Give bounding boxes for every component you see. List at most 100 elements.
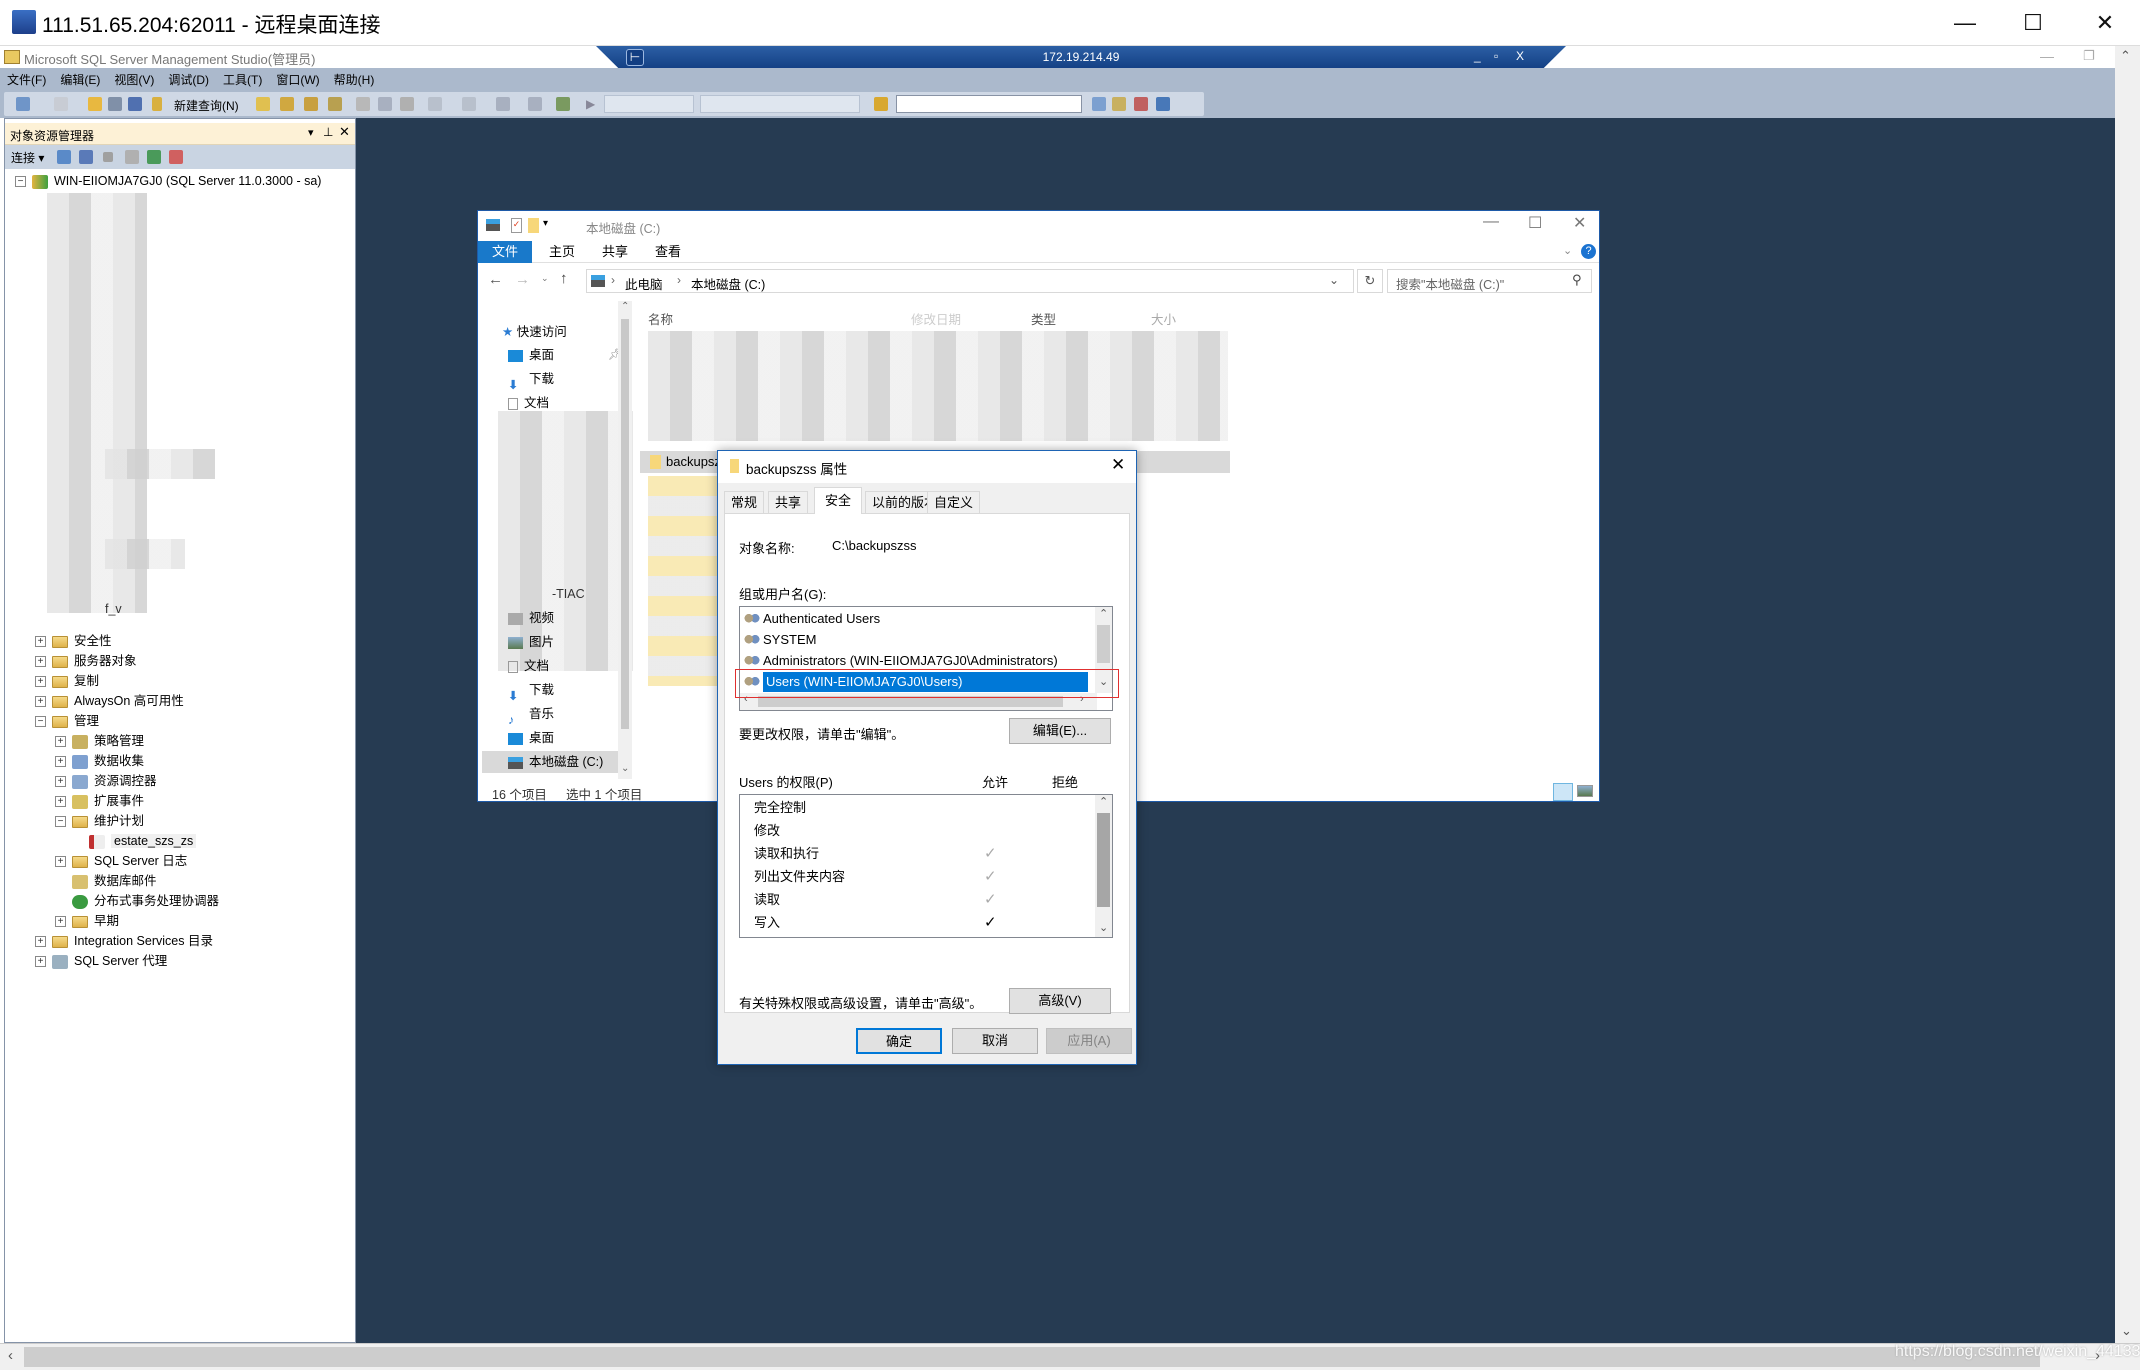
tree-node[interactable]: 分布式事务处理协调器 (72, 891, 219, 911)
disconnect-icon[interactable] (79, 150, 93, 164)
cancel-button[interactable]: 取消 (952, 1028, 1038, 1054)
nav-desktop[interactable]: 桌面 📌︎ (508, 344, 622, 366)
breadcrumb-local-disk[interactable]: 本地磁盘 (C:) (691, 274, 765, 293)
menu-edit[interactable]: 编辑(E) (53, 68, 107, 88)
database-engine-query-icon[interactable] (256, 97, 270, 111)
new-folder-quick-icon[interactable] (528, 218, 539, 233)
dialog-close-button[interactable]: ✕ (1111, 455, 1125, 475)
apply-button[interactable]: 应用(A) (1046, 1028, 1132, 1054)
xmla-query-icon[interactable] (328, 97, 342, 111)
nav-music[interactable]: ♪ 音乐 (508, 703, 554, 727)
column-date[interactable]: 修改日期 (911, 309, 961, 328)
copy-icon[interactable] (378, 97, 392, 111)
rdp-bar-close[interactable]: X (1516, 49, 1524, 63)
tab-security[interactable]: 安全 (814, 487, 863, 514)
tree-node[interactable]: + 策略管理 (55, 731, 144, 751)
tree-node-maintenance-plan[interactable]: estate_szs_zs (89, 831, 197, 851)
help-icon[interactable]: ? (1581, 244, 1596, 259)
tree-node[interactable]: − 维护计划 (55, 811, 144, 831)
filter-icon[interactable] (125, 150, 139, 164)
tree-node-server[interactable]: − WIN-EIIOMJA7GJ0 (SQL Server 11.0.3000 -… (15, 171, 321, 191)
ribbon-tab-home[interactable]: 主页 (535, 241, 589, 263)
stop-icon[interactable] (103, 152, 113, 162)
tree-node[interactable]: + AlwaysOn 高可用性 (35, 691, 184, 711)
explorer-close-button[interactable]: ✕ (1573, 213, 1586, 233)
tree-node[interactable]: + 扩展事件 (55, 791, 144, 811)
main-horizontal-scrollbar[interactable]: ‹ › (0, 1343, 2140, 1370)
permissions-vscroll[interactable]: ⌃ ⌄ (1095, 795, 1112, 937)
properties-window-icon[interactable] (1092, 97, 1106, 111)
address-dropdown-icon[interactable]: ⌄ (1329, 273, 1339, 287)
details-view-button[interactable] (1553, 783, 1573, 801)
tree-node[interactable]: + 安全性 (35, 631, 112, 651)
menu-window[interactable]: 窗口(W) (269, 68, 326, 88)
nav-downloads[interactable]: ⬇ 下载 (508, 368, 554, 392)
collapse-icon[interactable]: − (15, 176, 26, 188)
object-explorer-details-icon[interactable] (1112, 97, 1126, 111)
customize-quick-access-icon[interactable]: ▾ (543, 218, 548, 229)
new-query-button[interactable]: 新建查询(N) (174, 97, 239, 114)
explorer-maximize-button[interactable]: ☐ (1528, 213, 1542, 233)
ssms-restore-button[interactable]: ❐ (2083, 48, 2095, 64)
rdp-bar-restore[interactable]: ▫ (1494, 49, 1498, 63)
stop-powershell-icon[interactable] (169, 150, 183, 164)
forward-button[interactable]: → (515, 271, 530, 288)
navigate-forward-icon[interactable] (528, 97, 542, 111)
new-project-icon[interactable] (16, 97, 30, 111)
paste-icon[interactable] (400, 97, 414, 111)
scroll-down-icon[interactable]: ⌄ (2121, 1323, 2132, 1339)
expand-ribbon-icon[interactable]: ⌄ (1563, 244, 1572, 257)
recent-locations-button[interactable]: ⌄ (541, 273, 549, 284)
connect-object-explorer-icon[interactable] (57, 150, 71, 164)
cut-icon[interactable] (356, 97, 370, 111)
save-icon[interactable] (108, 97, 122, 111)
column-size[interactable]: 大小 (1151, 309, 1176, 328)
undo-icon[interactable] (428, 97, 442, 111)
menu-debug[interactable]: 调试(D) (161, 68, 216, 88)
back-button[interactable]: ← (488, 271, 503, 288)
navigate-backward-icon[interactable] (496, 97, 510, 111)
nav-quick-access[interactable]: ★ 快速访问 (502, 321, 567, 343)
nav-desktop-2[interactable]: 桌面 (508, 727, 554, 749)
large-icons-view-button[interactable] (1577, 785, 1593, 797)
address-bar[interactable]: › 此电脑 › 本地磁盘 (C:) ⌄ (586, 269, 1354, 293)
nav-downloads-2[interactable]: ⬇ 下载 (508, 679, 554, 703)
explorer-minimize-button[interactable]: — (1483, 213, 1499, 231)
find-combo[interactable] (896, 95, 1082, 113)
search-input[interactable]: 搜索"本地磁盘 (C:)" ⚲ (1387, 269, 1592, 293)
execute-icon[interactable]: ▶ (586, 97, 600, 111)
properties-quick-icon[interactable]: ✓ (511, 218, 522, 233)
group-item[interactable]: Administrators (WIN-EIIOMJA7GJ0\Administ… (744, 651, 1058, 671)
ribbon-tab-view[interactable]: 查看 (641, 241, 695, 263)
tree-node[interactable]: + SQL Server 日志 (55, 851, 187, 871)
up-button[interactable]: ↑ (560, 270, 568, 287)
tree-node[interactable]: 数据库邮件 (72, 871, 157, 891)
nav-videos[interactable]: 视频 (508, 607, 554, 629)
ok-button[interactable]: 确定 (856, 1028, 942, 1054)
tree-node[interactable]: − 管理 (35, 711, 99, 731)
nav-scrollbar[interactable]: ⌃ ⌄ (618, 301, 632, 779)
registered-servers-icon[interactable] (1156, 97, 1170, 111)
group-item[interactable]: Authenticated Users (744, 609, 880, 629)
close-panel-icon[interactable]: ✕ (339, 124, 350, 140)
group-item[interactable]: SYSTEM (744, 630, 816, 650)
toolbox-icon[interactable] (1134, 97, 1148, 111)
nav-pictures[interactable]: 图片 (508, 631, 554, 653)
nav-documents-2[interactable]: 文档 (508, 655, 549, 677)
pin-panel-icon[interactable]: ⊥ (323, 125, 333, 139)
dropdown-icon[interactable]: ▾ (308, 126, 314, 139)
mdx-query-icon[interactable] (280, 97, 294, 111)
open-file-icon[interactable] (88, 97, 102, 111)
scroll-up-icon[interactable]: ⌃ (2120, 48, 2131, 64)
column-type[interactable]: 类型 (1031, 309, 1056, 328)
refresh-icon[interactable] (147, 150, 161, 164)
database-combo[interactable] (604, 95, 694, 113)
redo-icon[interactable] (462, 97, 476, 111)
tab-customize[interactable]: 自定义 (927, 491, 981, 513)
dmx-query-icon[interactable] (304, 97, 318, 111)
advanced-button[interactable]: 高级(V) (1009, 988, 1111, 1014)
minimize-button[interactable]: — (1945, 8, 1985, 38)
connect-button[interactable]: 连接 ▾ (11, 149, 44, 166)
activity-monitor-icon[interactable] (556, 97, 570, 111)
tree-node[interactable]: + 资源调控器 (55, 771, 157, 791)
